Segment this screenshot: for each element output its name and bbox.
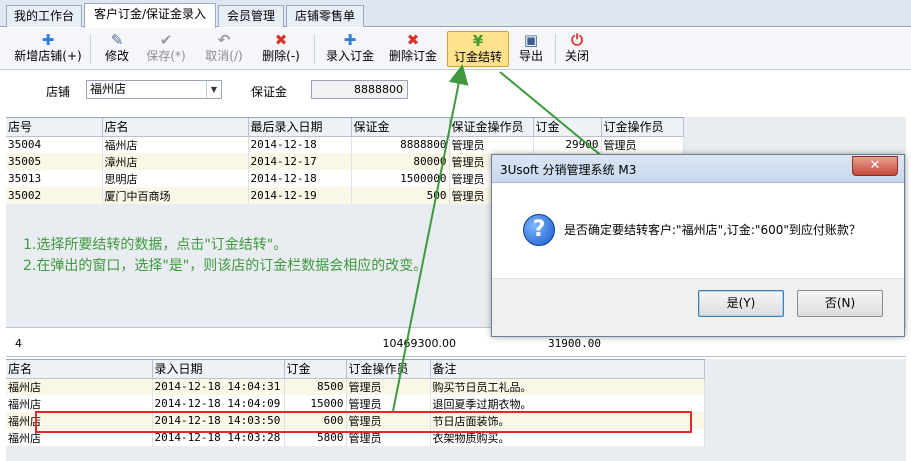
yen-icon: ¥ bbox=[472, 32, 484, 50]
deposit-total: 10469300.00 bbox=[382, 337, 456, 350]
deposit-label: 保证金 bbox=[251, 85, 288, 99]
yes-button[interactable]: 是(Y) bbox=[698, 290, 784, 317]
close-icon: ✕ bbox=[869, 158, 881, 173]
instruction-step-2: 2.在弹出的窗口，选择"是"，则该店的订金栏数据会相应的改变。 bbox=[23, 258, 428, 274]
toolbar: ✚ 新增店铺(+) ✎ 修改 ✔ 保存(*) ↶ 取消(/) ✖ 删除(-) ✚… bbox=[0, 28, 911, 70]
column-header[interactable]: 订金操作员 bbox=[601, 118, 684, 137]
dialog-close-button[interactable]: ✕ bbox=[852, 156, 898, 176]
dialog-titlebar[interactable]: 3Usoft 分销管理系统 M3 ✕ bbox=[492, 155, 904, 183]
new-store-button[interactable]: ✚ 新增店铺(+) bbox=[12, 31, 84, 67]
table-header-row: 店名 录入日期 订金 订金操作员 备注 bbox=[6, 360, 705, 379]
plus-icon: ✚ bbox=[343, 31, 357, 49]
cancel-button[interactable]: ↶ 取消(/) bbox=[199, 31, 249, 67]
tab-workbench[interactable]: 我的工作台 bbox=[6, 5, 82, 27]
column-header[interactable]: 订金 bbox=[284, 360, 347, 379]
delete-x-icon: ✖ bbox=[406, 31, 420, 49]
chevron-down-icon[interactable]: ▼ bbox=[206, 81, 221, 98]
table-row[interactable]: 福州店 2014-12-18 14:04:09 15000 管理员 退回夏季过期… bbox=[6, 395, 705, 412]
checkmark-icon: ✔ bbox=[159, 31, 173, 49]
store-select[interactable]: 福州店 ▼ bbox=[86, 80, 222, 99]
delete-x-icon: ✖ bbox=[274, 31, 288, 49]
tab-store-retail[interactable]: 店铺零售单 bbox=[286, 5, 364, 27]
export-button[interactable]: ▣ 导出 bbox=[513, 31, 549, 67]
instruction-step-1: 1.选择所要结转的数据，点击"订金结转"。 bbox=[23, 237, 288, 253]
selected-row-highlight bbox=[35, 411, 692, 433]
column-header[interactable]: 订金 bbox=[533, 118, 602, 137]
delete-button[interactable]: ✖ 删除(-) bbox=[256, 31, 306, 67]
column-header[interactable]: 店名 bbox=[102, 118, 249, 137]
confirm-dialog: 3Usoft 分销管理系统 M3 ✕ ? 是否确定要结转客户:"福州店",订金:… bbox=[491, 154, 905, 337]
dialog-title: 3Usoft 分销管理系统 M3 bbox=[500, 163, 637, 177]
edit-icon: ✎ bbox=[110, 31, 124, 49]
column-header[interactable]: 店名 bbox=[6, 360, 153, 379]
export-icon: ▣ bbox=[523, 31, 539, 49]
power-icon: ⏻ bbox=[571, 31, 583, 49]
save-button[interactable]: ✔ 保存(*) bbox=[141, 31, 191, 67]
tab-deposit-entry[interactable]: 客户订金/保证金录入 bbox=[84, 3, 216, 28]
plus-icon: ✚ bbox=[41, 31, 55, 49]
settle-deposit-button[interactable]: ¥ 订金结转 bbox=[447, 31, 509, 67]
order-deposit-total: 31900.00 bbox=[548, 337, 601, 350]
close-button[interactable]: ⏻ 关闭 bbox=[561, 31, 593, 67]
column-header[interactable]: 订金操作员 bbox=[346, 360, 431, 379]
question-icon: ? bbox=[523, 214, 555, 246]
column-header[interactable]: 保证金操作员 bbox=[449, 118, 534, 137]
deposit-field: 8888800 bbox=[311, 80, 408, 99]
delete-deposit-button[interactable]: ✖ 删除订金 bbox=[385, 31, 441, 67]
enter-deposit-button[interactable]: ✚ 录入订金 bbox=[322, 31, 378, 67]
store-label: 店铺 bbox=[46, 85, 71, 99]
tab-strip: 我的工作台 客户订金/保证金录入 会员管理 店铺零售单 bbox=[0, 0, 911, 28]
column-header[interactable]: 录入日期 bbox=[152, 360, 285, 379]
table-row[interactable]: 福州店 2014-12-18 14:04:31 8500 管理员 购买节日员工礼… bbox=[6, 378, 705, 395]
column-header[interactable]: 店号 bbox=[6, 118, 103, 137]
table-row[interactable]: 35004 福州店 2014-12-18 8888800 管理员 29900 管… bbox=[6, 136, 684, 153]
dialog-message: 是否确定要结转客户:"福州店",订金:"600"到应付账款？ bbox=[564, 223, 861, 237]
dialog-button-row: 是(Y) 否(N) bbox=[492, 278, 904, 336]
row-count: 4 bbox=[15, 337, 22, 350]
column-header[interactable]: 保证金 bbox=[351, 118, 450, 137]
no-button[interactable]: 否(N) bbox=[797, 290, 883, 317]
edit-button[interactable]: ✎ 修改 bbox=[99, 31, 135, 67]
tab-member-management[interactable]: 会员管理 bbox=[218, 5, 284, 27]
column-header[interactable]: 最后录入日期 bbox=[248, 118, 352, 137]
table-header-row: 店号 店名 最后录入日期 保证金 保证金操作员 订金 订金操作员 bbox=[6, 118, 684, 137]
column-header[interactable]: 备注 bbox=[430, 360, 705, 379]
undo-icon: ↶ bbox=[217, 31, 231, 49]
